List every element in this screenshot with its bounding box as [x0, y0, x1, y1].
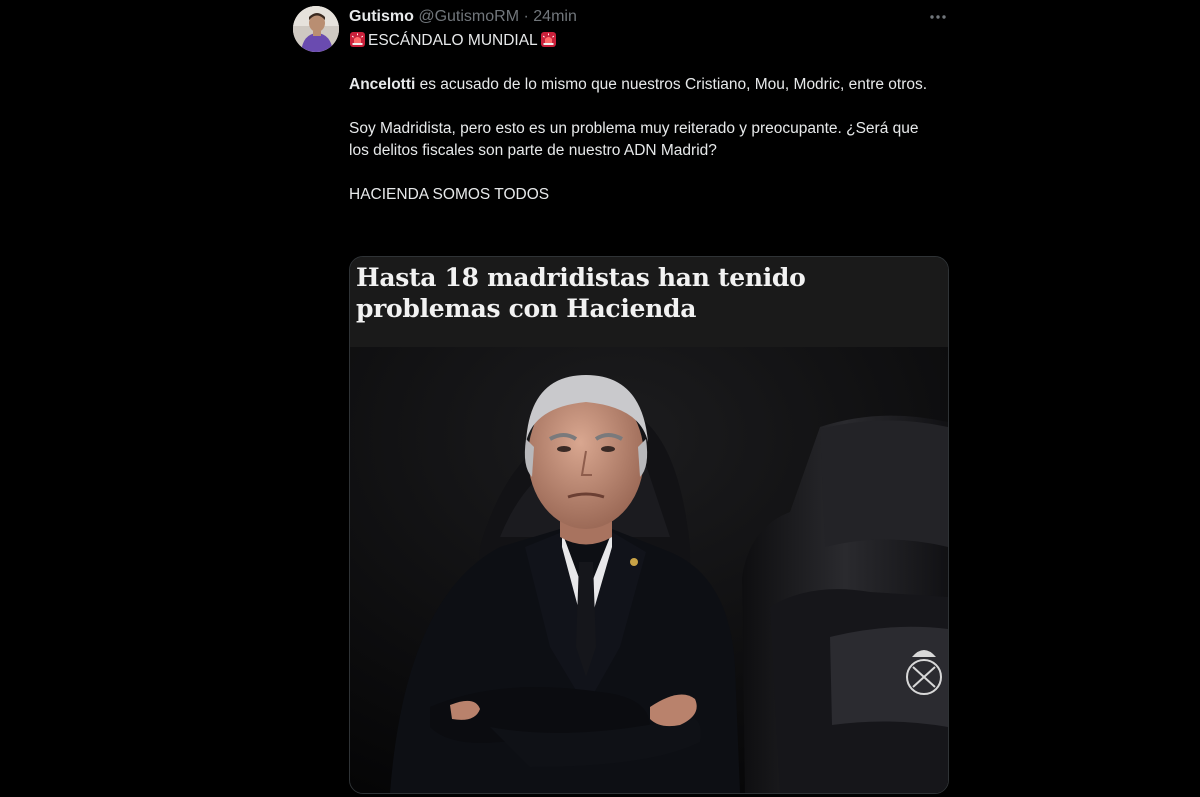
siren-icon	[349, 31, 366, 48]
tweet-header: Gutismo @GutismoRM · 24min	[349, 6, 577, 28]
tweet-paragraph-2: Soy Madridista, pero esto es un problema…	[349, 120, 919, 159]
tweet[interactable]: Gutismo @GutismoRM · 24min ESCÁNDALO MUN…	[280, 0, 960, 797]
coach-photo[interactable]	[350, 347, 948, 793]
tweet-paragraph-3: HACIENDA SOMOS TODOS	[349, 186, 550, 203]
paragraph-1-text: es acusado de lo mismo que nuestros Cris…	[415, 76, 928, 93]
media-card[interactable]: Hasta 18 madridistas han tenido problema…	[349, 256, 949, 794]
card-headline: Hasta 18 madridistas han tenido problema…	[356, 263, 806, 323]
tweet-text: ESCÁNDALO MUNDIAL Ancelotti es acusado d…	[349, 30, 939, 206]
tweet-title-line: ESCÁNDALO MUNDIAL	[349, 30, 939, 52]
author-handle[interactable]: @GutismoRM	[418, 8, 519, 25]
tweet-paragraph-1: Ancelotti es acusado de lo mismo que nue…	[349, 74, 939, 96]
tweet-timestamp[interactable]: 24min	[533, 8, 577, 25]
ellipsis-icon[interactable]	[926, 6, 950, 28]
author-name[interactable]: Gutismo	[349, 8, 414, 25]
separator-dot: ·	[523, 8, 529, 25]
tweet-title: ESCÁNDALO MUNDIAL	[368, 32, 538, 49]
avatar[interactable]	[293, 6, 339, 52]
siren-icon	[540, 31, 557, 48]
bold-name: Ancelotti	[349, 76, 416, 93]
